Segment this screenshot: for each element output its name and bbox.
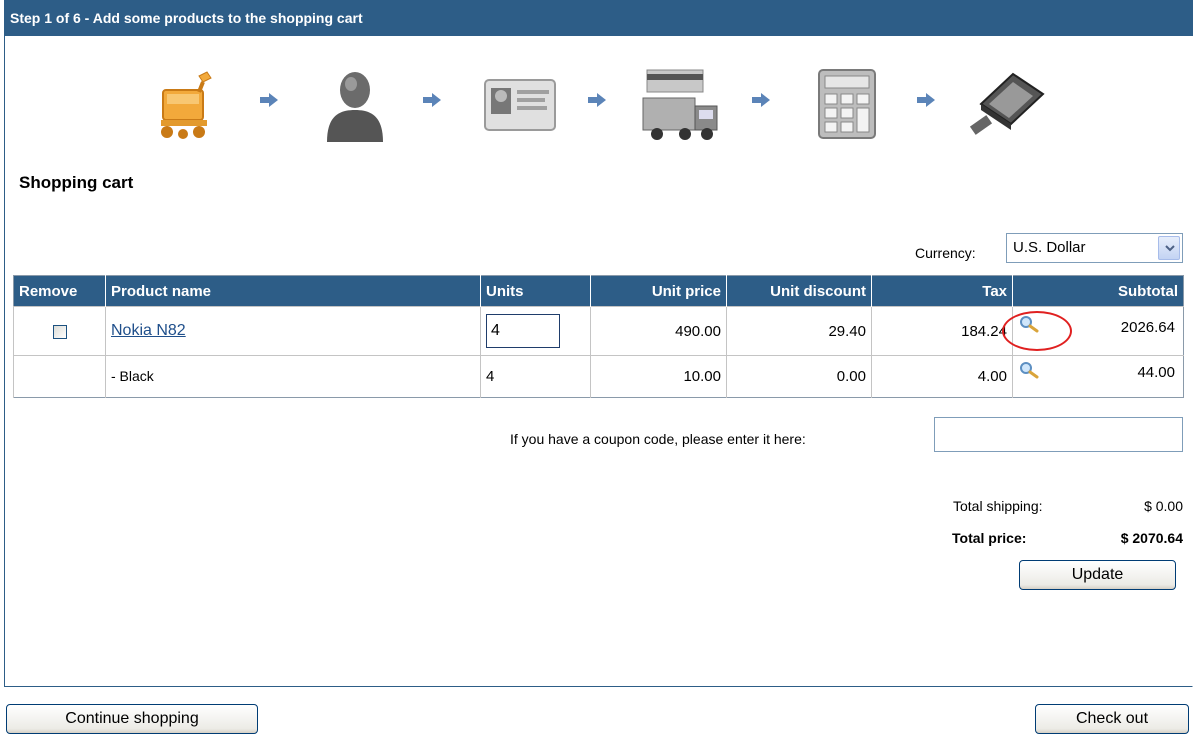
subtotal-value: 44.00: [1137, 364, 1175, 381]
coupon-label: If you have a coupon code, please enter …: [510, 431, 806, 447]
column-header-unit-discount: Unit discount: [726, 275, 872, 307]
person-icon: [327, 72, 383, 142]
arrow-right-icon: [917, 93, 935, 107]
currency-select[interactable]: U.S. Dollar: [1006, 233, 1183, 263]
subtotal-cell: 44.00: [1012, 355, 1184, 398]
unit-discount-cell: 0.00: [726, 355, 872, 398]
unit-price-cell: 10.00: [590, 355, 727, 398]
table-row: - Black 4 10.00 0.00 4.00 44.00: [13, 355, 1184, 398]
column-header-remove: Remove: [13, 275, 106, 307]
step-header: Step 1 of 6 - Add some products to the s…: [5, 0, 1193, 36]
arrow-right-icon: [752, 93, 770, 107]
product-name-cell: - Black: [105, 355, 481, 398]
id-card-icon: [484, 79, 556, 131]
unit-discount-cell: 29.40: [726, 306, 872, 356]
arrow-right-icon: [423, 93, 441, 107]
remove-cell: [13, 306, 106, 356]
calculator-icon: [818, 69, 876, 139]
checkout-steps: [5, 64, 1193, 144]
variant-name: - Black: [111, 368, 154, 384]
total-price-label: Total price:: [952, 530, 1027, 546]
currency-selected-value: U.S. Dollar: [1013, 239, 1086, 256]
total-price-value: $ 2070.64: [1120, 530, 1183, 546]
continue-shopping-button[interactable]: Continue shopping: [6, 704, 258, 734]
total-shipping-value: $ 0.00: [1144, 498, 1183, 514]
product-link[interactable]: Nokia N82: [111, 322, 186, 339]
units-cell: 4: [480, 306, 591, 356]
column-header-product-name: Product name: [105, 275, 481, 307]
units-input[interactable]: 4: [486, 314, 560, 348]
tax-cell: 4.00: [871, 355, 1013, 398]
coupon-input[interactable]: [934, 417, 1183, 452]
unit-price-cell: 490.00: [590, 306, 727, 356]
page-title: Shopping cart: [19, 173, 134, 192]
units-cell: 4: [480, 355, 591, 398]
dropdown-button[interactable]: [1158, 236, 1180, 260]
product-name-cell: Nokia N82: [105, 306, 481, 356]
payment-device-icon: [969, 72, 1045, 135]
column-header-units: Units: [480, 275, 591, 307]
magnifier-icon: [1020, 362, 1039, 379]
check-out-button[interactable]: Check out: [1035, 704, 1189, 734]
chevron-down-icon: [1165, 245, 1175, 252]
column-header-subtotal: Subtotal: [1012, 275, 1184, 307]
delivery-truck-icon: [642, 69, 718, 140]
arrow-right-icon: [588, 93, 606, 107]
subtotal-value: 2026.64: [1120, 319, 1175, 336]
shopping-cart-icon: [161, 71, 212, 139]
remove-cell: [13, 355, 106, 398]
currency-label: Currency:: [915, 245, 976, 261]
tax-cell: 184.24: [871, 306, 1013, 356]
update-button[interactable]: Update: [1019, 560, 1176, 590]
arrow-right-icon: [260, 93, 278, 107]
table-header-row: Remove Product name Units Unit price Uni…: [13, 275, 1184, 307]
total-shipping-label: Total shipping:: [953, 498, 1043, 514]
highlight-circle: [1002, 311, 1072, 351]
column-header-unit-price: Unit price: [590, 275, 727, 307]
remove-checkbox[interactable]: [52, 324, 67, 339]
tax-details-button[interactable]: [1019, 361, 1039, 379]
column-header-tax: Tax: [871, 275, 1013, 307]
